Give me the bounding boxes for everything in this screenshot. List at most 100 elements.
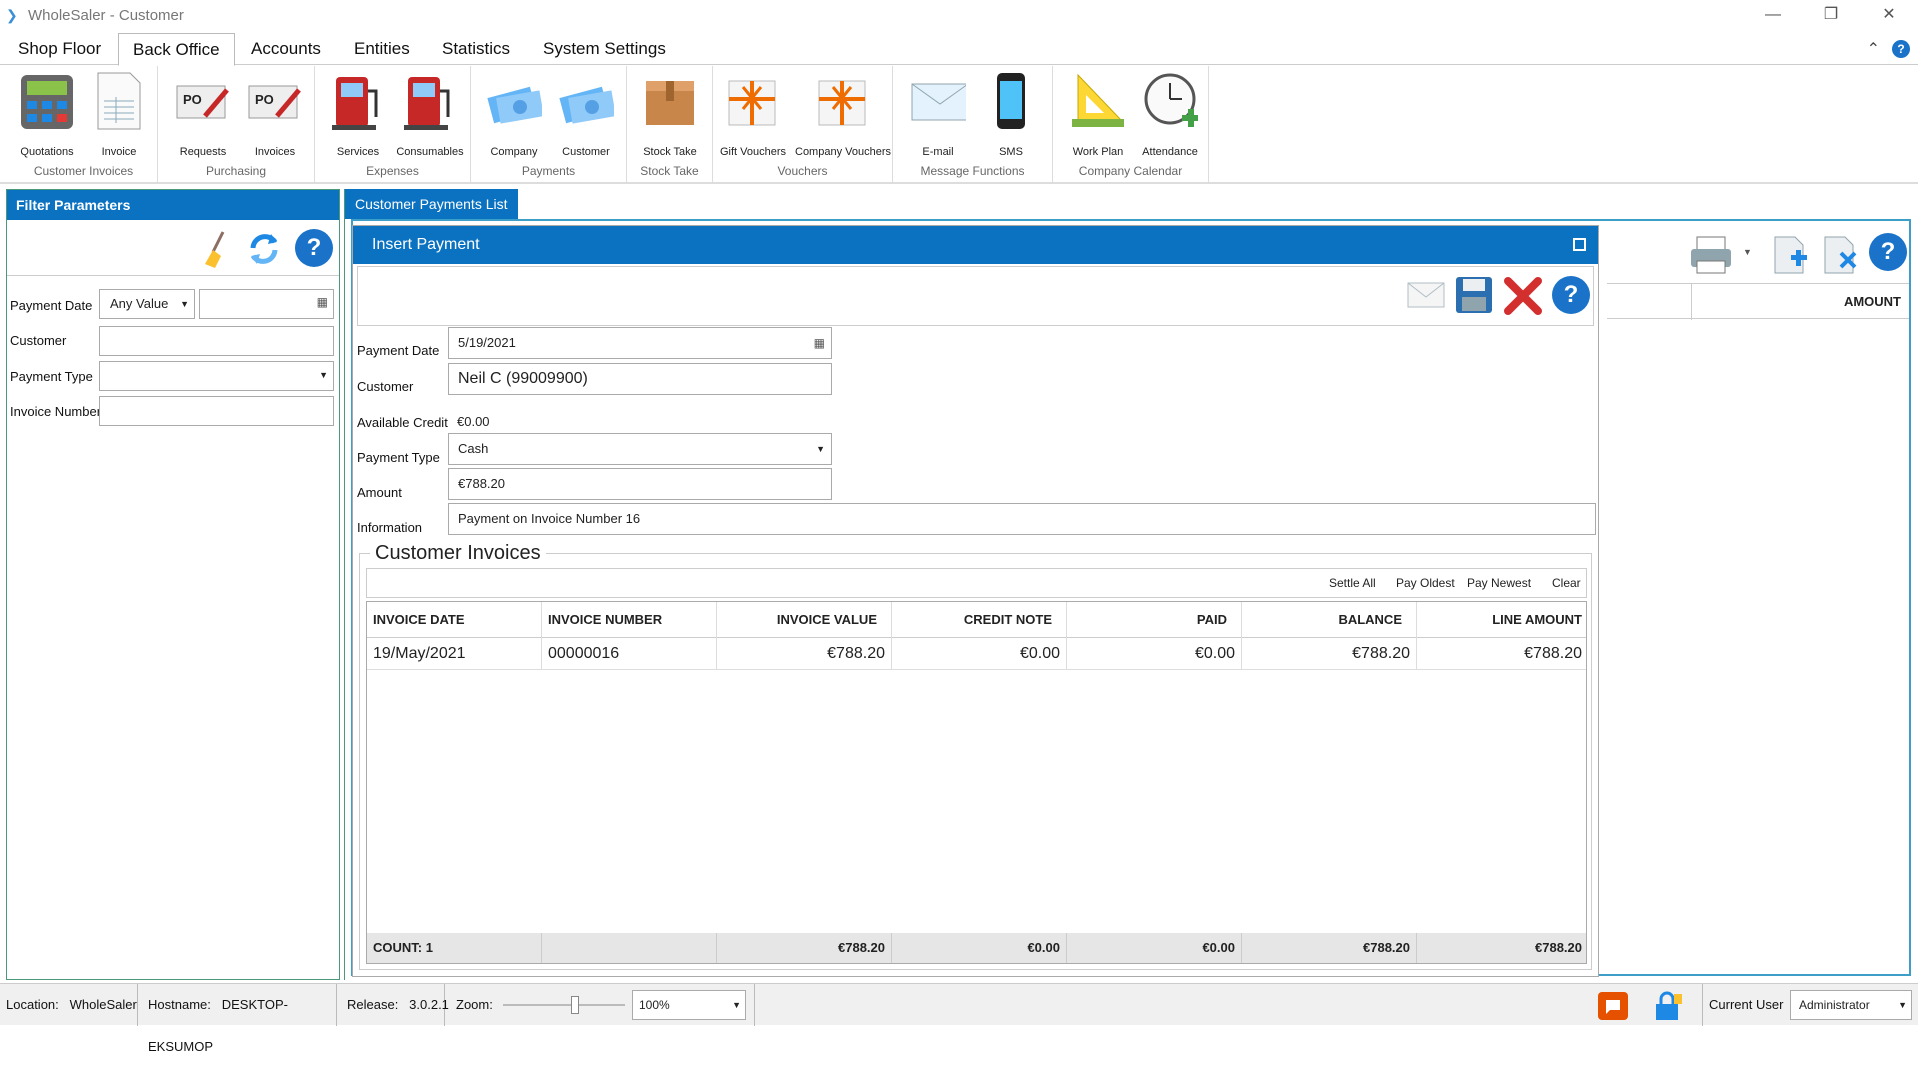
tab-customer-payments-list[interactable]: Customer Payments List [345,189,518,219]
refresh-icon[interactable] [245,230,283,268]
ribbon-consumables-button[interactable]: Consumables [395,70,465,158]
tab-system-settings[interactable]: System Settings [529,33,680,65]
tab-shop-floor[interactable]: Shop Floor [4,33,115,65]
ribbon-work-plan-button[interactable]: Work Plan [1063,70,1133,158]
save-icon[interactable] [1454,275,1494,315]
delete-document-icon[interactable] [1819,233,1861,275]
tab-back-office[interactable]: Back Office [118,33,235,66]
ribbon-quotations-button[interactable]: Quotations [12,70,82,158]
close-button[interactable]: ✕ [1860,0,1918,30]
tab-statistics[interactable]: Statistics [428,33,524,65]
invoice-document-icon [97,72,141,130]
column-header[interactable]: LINE AMOUNT [1417,602,1588,638]
filter-panel-title: Filter Parameters [7,190,339,220]
help-icon[interactable]: ? [295,229,333,267]
cell-line-amount[interactable]: €788.20 [1417,638,1588,670]
lock-icon[interactable] [1652,990,1684,1022]
column-header[interactable]: PAID [1067,602,1242,638]
money-bills-icon [487,86,542,124]
amount-column-header[interactable]: AMOUNT [1691,284,1909,320]
clear-button[interactable]: Clear [1552,576,1581,590]
help-icon[interactable]: ? [1552,276,1590,314]
group-label: Purchasing [205,164,267,178]
calendar-icon[interactable]: ▦ [814,328,825,358]
calculator-icon [21,75,73,129]
tab-entities[interactable]: Entities [340,33,424,65]
ribbon-customer-payment-button[interactable]: Customer [551,70,621,158]
column-header[interactable]: BALANCE [1242,602,1417,638]
footer-empty [542,933,717,963]
consumables-label: Consumables [396,146,464,158]
group-label: Vouchers [777,164,828,178]
ribbon-services-button[interactable]: Services [323,70,393,158]
customer-filter-input[interactable] [99,326,334,356]
zoom-select[interactable]: 100% ▼ [632,990,746,1020]
payment-date-label: Payment Date [10,298,93,313]
payment-date-filter-select[interactable]: Any Value ▼ [99,289,195,319]
amount-label: Amount [357,485,402,500]
add-document-icon[interactable] [1769,233,1811,275]
current-user-label: Current User [1702,984,1789,1026]
ribbon-gift-vouchers-button[interactable]: Gift Vouchers [718,70,788,158]
broom-icon[interactable] [201,230,231,268]
column-header[interactable]: INVOICE NUMBER [542,602,717,638]
sms-label: SMS [999,146,1023,158]
ribbon-attendance-button[interactable]: Attendance [1135,70,1205,158]
email-icon[interactable] [1406,279,1446,311]
requests-label: Requests [179,146,227,158]
minimize-button[interactable]: — [1744,0,1802,30]
ribbon-stock-take-button[interactable]: Stock Take [635,70,705,158]
phone-icon [997,73,1025,129]
restore-button[interactable]: ❐ [1802,0,1860,30]
printer-icon[interactable] [1689,235,1735,275]
amount-input[interactable]: €788.20 [448,468,832,500]
collapse-ribbon-icon[interactable]: ⌃ [1867,39,1880,59]
zoom-slider[interactable] [503,996,625,1016]
payment-type-select[interactable]: Cash ▼ [448,433,832,465]
cancel-icon[interactable] [1502,275,1544,317]
column-header[interactable]: INVOICE VALUE [717,602,892,638]
payment-date-filter-input[interactable]: ▦ [199,289,334,319]
release-value: 3.0.2.1 [409,997,449,1012]
fuel-pump-icon [332,77,378,130]
payment-type-filter-select[interactable]: ▼ [99,361,334,391]
group-label: Customer Invoices [33,164,134,178]
zoom-thumb[interactable] [571,996,579,1014]
maximize-icon[interactable] [1573,238,1586,251]
chat-icon[interactable] [1598,992,1628,1020]
payment-date-value: 5/19/2021 [458,335,516,350]
calendar-icon[interactable]: ▦ [317,295,328,309]
payment-date-input[interactable]: 5/19/2021 ▦ [448,327,832,359]
ribbon-company-payment-button[interactable]: Company [479,70,549,158]
help-icon[interactable]: ? [1869,233,1907,271]
ribbon-purchase-invoices-button[interactable]: PO Invoices [240,70,310,158]
invoices-grid-header: INVOICE DATE INVOICE NUMBER INVOICE VALU… [367,602,1586,638]
invoices-grid: INVOICE DATE INVOICE NUMBER INVOICE VALU… [366,601,1587,964]
ribbon-email-button[interactable]: E-mail [903,70,973,158]
customer-input[interactable]: Neil C (99009900) [448,363,832,395]
ribbon: Quotations Invoice Customer Invoices PO … [0,66,1918,184]
help-icon[interactable]: ? [1892,40,1910,58]
ribbon-requests-button[interactable]: PO Requests [168,70,238,158]
column-header[interactable]: INVOICE DATE [367,602,542,638]
table-row[interactable]: 19/May/2021 00000016 €788.20 €0.00 €0.00… [367,638,1586,670]
chevron-down-icon[interactable]: ▼ [1743,247,1752,257]
column-header[interactable]: CREDIT NOTE [892,602,1067,638]
ribbon-invoice-button[interactable]: Invoice [84,70,154,158]
company-vouchers-label: Company Vouchers [795,146,891,158]
pay-newest-button[interactable]: Pay Newest [1467,576,1531,590]
hostname-label: Hostname: [148,997,211,1012]
available-credit-label: Available Credit [357,415,448,430]
pay-oldest-button[interactable]: Pay Oldest [1396,576,1455,590]
tab-accounts[interactable]: Accounts [237,33,335,65]
ribbon-sms-button[interactable]: SMS [976,70,1046,158]
clock-add-icon [1144,73,1198,127]
zoom-label: Zoom: [456,997,493,1012]
current-user-select[interactable]: Administrator ▼ [1790,990,1912,1020]
ribbon-group-stock-take: Stock Take Stock Take [627,66,713,182]
information-input[interactable]: Payment on Invoice Number 16 [448,503,1596,535]
settle-all-button[interactable]: Settle All [1329,576,1376,590]
invoice-number-filter-input[interactable] [99,396,334,426]
fuel-pump-icon [404,77,450,130]
ribbon-company-vouchers-button[interactable]: Company Vouchers [795,70,891,158]
